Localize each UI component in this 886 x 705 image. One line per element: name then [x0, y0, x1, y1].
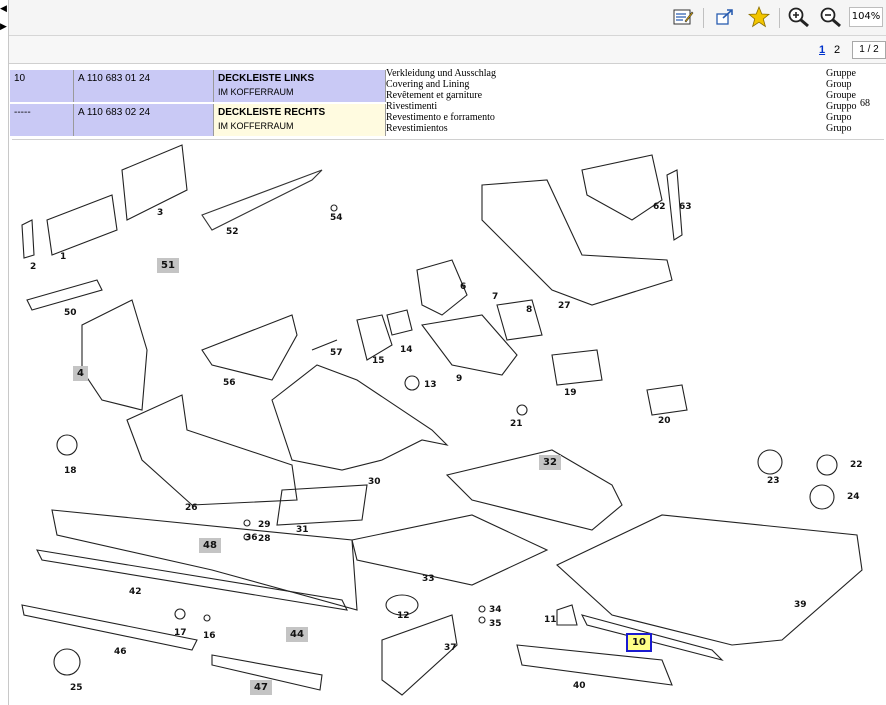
callout-1[interactable]: 1	[60, 252, 66, 262]
translation-line: Covering and Lining	[386, 79, 470, 90]
page-navigation-bar: 1 2 1 / 2	[9, 36, 886, 64]
callout-33[interactable]: 33	[422, 574, 435, 584]
callout-56[interactable]: 56	[223, 378, 236, 388]
callout-3[interactable]: 3	[157, 208, 163, 218]
expand-icon[interactable]	[711, 4, 739, 30]
translation-line: Revestimientos	[386, 123, 448, 134]
group-line: Group	[826, 79, 852, 90]
callout-19[interactable]: 19	[564, 388, 577, 398]
callout-24[interactable]: 24	[847, 492, 860, 502]
callout-11[interactable]: 11	[544, 615, 557, 625]
position-cell: 10	[10, 70, 74, 102]
callout-7[interactable]: 7	[492, 292, 498, 302]
callout-57[interactable]: 57	[330, 348, 343, 358]
callout-23[interactable]: 23	[767, 476, 780, 486]
callout-35[interactable]: 35	[489, 619, 502, 629]
callout-54[interactable]: 54	[330, 213, 343, 223]
viewer-toolbar: 104%	[9, 0, 886, 36]
callout-8[interactable]: 8	[526, 305, 532, 315]
callout-62[interactable]: 62	[653, 202, 666, 212]
callout-37[interactable]: 37	[444, 643, 457, 653]
callout-25[interactable]: 25	[70, 683, 83, 693]
callout-14[interactable]: 14	[400, 345, 413, 355]
page-link-1[interactable]: 1	[819, 44, 825, 56]
panel-arrow-icon[interactable]: ▶	[0, 22, 7, 31]
edit-icon[interactable]	[669, 4, 697, 30]
callout-44[interactable]: 44	[286, 627, 308, 642]
callout-17[interactable]: 17	[174, 628, 187, 638]
callout-31[interactable]: 31	[296, 525, 309, 535]
callout-29[interactable]: 29	[258, 520, 271, 530]
page-link-2[interactable]: 2	[834, 44, 840, 56]
callout-4[interactable]: 4	[73, 366, 88, 381]
translation-line: Revestimento e forramento	[386, 112, 495, 123]
description-subtitle: IM KOFFERRAUM	[218, 121, 294, 131]
description-cell: DECKLEISTE RECHTS IM KOFFERRAUM	[214, 104, 386, 136]
table-row[interactable]: ----- A 110 683 02 24 DECKLEISTE RECHTS …	[10, 104, 386, 136]
exploded-parts-diagram: 1 2 3 4 6 7 8 9 10 11 12 13 14 15 16 17 …	[12, 139, 884, 705]
callout-9[interactable]: 9	[456, 374, 462, 384]
table-row[interactable]: 10 A 110 683 01 24 DECKLEISTE LINKS IM K…	[10, 70, 386, 102]
callout-39[interactable]: 39	[794, 600, 807, 610]
page-indicator[interactable]: 1 / 2	[852, 41, 886, 59]
translation-line: Revêtement et garniture	[386, 90, 483, 101]
part-number-cell: A 110 683 02 24	[74, 104, 214, 136]
callout-12[interactable]: 12	[397, 611, 410, 621]
callout-48[interactable]: 48	[199, 538, 221, 553]
panel-arrow-icon[interactable]: ◀	[0, 4, 7, 13]
callout-21[interactable]: 21	[510, 419, 523, 429]
position-cell: -----	[10, 104, 74, 136]
translation-line: Verkleidung und Ausschlag	[386, 68, 496, 79]
callout-50[interactable]: 50	[64, 308, 77, 318]
star-icon[interactable]	[745, 4, 773, 30]
callout-51[interactable]: 51	[157, 258, 179, 273]
callout-26[interactable]: 26	[185, 503, 198, 513]
callout-47[interactable]: 47	[250, 680, 272, 695]
callout-2[interactable]: 2	[30, 262, 36, 272]
part-number-cell: A 110 683 01 24	[74, 70, 214, 102]
callout-63[interactable]: 63	[679, 202, 692, 212]
callout-40[interactable]: 40	[573, 681, 586, 691]
page-code: 68	[860, 98, 870, 109]
callout-16[interactable]: 16	[203, 631, 216, 641]
callout-10-selected[interactable]: 10	[626, 633, 652, 652]
callout-32[interactable]: 32	[539, 455, 561, 470]
zoom-in-icon[interactable]	[785, 4, 813, 30]
callout-46[interactable]: 46	[114, 647, 127, 657]
description-cell: DECKLEISTE LINKS IM KOFFERRAUM	[214, 70, 386, 102]
callout-30[interactable]: 30	[368, 477, 381, 487]
callout-6[interactable]: 6	[460, 282, 466, 292]
zoom-level-field[interactable]: 104%	[849, 7, 883, 27]
callout-15[interactable]: 15	[372, 356, 385, 366]
zoom-out-icon[interactable]	[817, 4, 845, 30]
callout-36[interactable]: 36	[245, 533, 258, 543]
callout-28[interactable]: 28	[258, 534, 271, 544]
description-title: DECKLEISTE LINKS	[218, 73, 315, 84]
left-panel-strip: ◀ ▶	[0, 0, 9, 705]
callout-52[interactable]: 52	[226, 227, 239, 237]
callout-34[interactable]: 34	[489, 605, 502, 615]
group-line: Grupo	[826, 123, 852, 134]
description-subtitle: IM KOFFERRAUM	[218, 87, 294, 97]
callout-42[interactable]: 42	[129, 587, 142, 597]
callout-18[interactable]: 18	[64, 466, 77, 476]
group-line: Grupo	[826, 112, 852, 123]
diagram-artwork	[21, 144, 863, 696]
callout-22[interactable]: 22	[850, 460, 863, 470]
callout-20[interactable]: 20	[658, 416, 671, 426]
description-title: DECKLEISTE RECHTS	[218, 107, 326, 118]
translation-line: Rivestimenti	[386, 101, 438, 112]
section-translations: Verkleidung und Ausschlag Covering and L…	[386, 68, 806, 134]
callout-27[interactable]: 27	[558, 301, 571, 311]
group-line: Gruppe	[826, 68, 856, 79]
callout-13[interactable]: 13	[424, 380, 437, 390]
